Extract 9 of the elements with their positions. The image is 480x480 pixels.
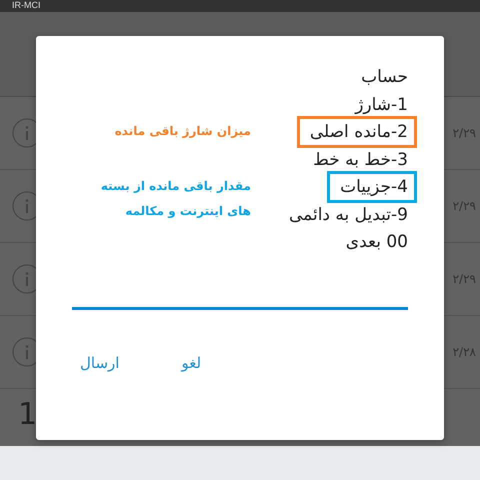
annotation-text: میزان شارژ باقی مانده bbox=[114, 123, 251, 140]
dialog-button[interactable]: لغو bbox=[177, 350, 206, 376]
dialog-button[interactable]: ارسال bbox=[76, 350, 124, 376]
menu-option: 2-مانده اصلی bbox=[296, 116, 417, 148]
annotation-text: مقدار باقی مانده از بسته های اینترنت و مکالمه bbox=[100, 178, 251, 220]
keypad-key[interactable]: 1 bbox=[18, 397, 38, 432]
carrier-name: IR-MCI bbox=[12, 0, 40, 11]
input-field[interactable] bbox=[72, 306, 408, 310]
menu-option: 4-جزییات bbox=[327, 171, 417, 203]
